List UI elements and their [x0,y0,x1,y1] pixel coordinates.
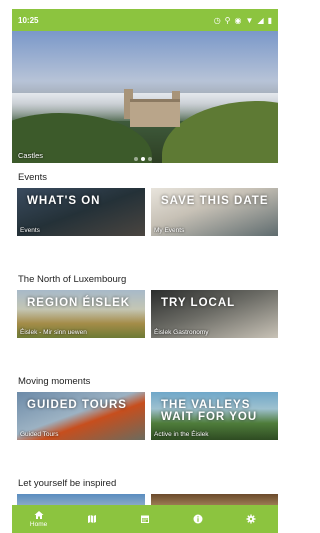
status-bar: 10:25 ◷ ⚲ ◉ ▼ ◢ ▮ [12,9,278,31]
section-title-events: Events [18,172,48,183]
tile-label: GUIDED TOURS [27,399,127,411]
carousel-dot-active[interactable] [141,157,145,161]
tile-try-local[interactable]: TRY LOCAL Éislek Gastronomy [151,290,278,338]
tile-save-this-date[interactable]: SAVE THIS DATE My Events [151,188,278,236]
carousel-dot[interactable] [148,157,152,161]
tile-label: TRY LOCAL [161,297,236,309]
calendar-icon [141,515,149,523]
tile-caption: My Events [154,227,185,234]
nav-home[interactable]: Home [12,505,65,533]
alarm-icon: ◷ [213,15,221,25]
tile-caption: Éislek - Mir sinn uewen [20,329,87,336]
nav-calendar[interactable] [118,505,171,533]
nav-settings[interactable] [225,505,278,533]
hero-carousel[interactable]: Castles [12,31,278,163]
tile-caption: Guided Tours [20,431,59,438]
carousel-dot[interactable] [134,157,138,161]
tile-caption: Éislek Gastronomy [154,329,209,336]
carousel-dots [134,157,152,161]
tile-guided-tours[interactable]: GUIDED TOURS Guided Tours [17,392,145,440]
tile-label: SAVE THIS DATE [161,195,269,207]
status-icons: ◷ ⚲ ◉ ▼ ◢ ▮ [214,16,272,25]
nav-info[interactable] [172,505,225,533]
tile-caption: Active in the Éislek [154,431,209,438]
nav-map[interactable] [65,505,118,533]
map-icon [87,515,96,523]
nav-home-label: Home [29,521,48,528]
tile-region-eislek[interactable]: REGION ÉISLEK Éislek - Mir sinn uewen [17,290,145,338]
tile-label: REGION ÉISLEK [27,297,131,309]
home-icon [34,511,44,519]
section-title-north: The North of Luxembourg [18,274,127,285]
wifi-icon: ▼ [245,15,254,25]
section-title-moving: Moving moments [18,376,91,387]
tile-inspired[interactable] [17,494,145,505]
tile-whats-on[interactable]: WHAT'S ON Events [17,188,145,236]
settings-icon [246,514,256,524]
location-icon: ⚲ [224,15,231,25]
section-title-inspired: Let yourself be inspired [18,478,117,489]
status-time: 10:25 [18,15,39,25]
app-screen: 10:25 ◷ ⚲ ◉ ▼ ◢ ▮ Castles Events WHAT'S … [12,9,278,533]
tile-label: THE VALLEYS WAIT FOR YOU [161,399,258,423]
castle-image [130,99,180,127]
tile-valleys[interactable]: THE VALLEYS WAIT FOR YOU Active in the É… [151,392,278,440]
hero-caption: Castles [18,151,44,160]
info-icon [193,514,203,524]
tile-inspired[interactable] [151,494,278,505]
tile-caption: Events [20,227,40,234]
tile-label: WHAT'S ON [27,195,101,207]
battery-icon: ▮ [267,15,272,25]
bottom-nav: Home [12,505,278,533]
eye-icon: ◉ [234,15,242,25]
signal-icon: ◢ [257,15,264,25]
